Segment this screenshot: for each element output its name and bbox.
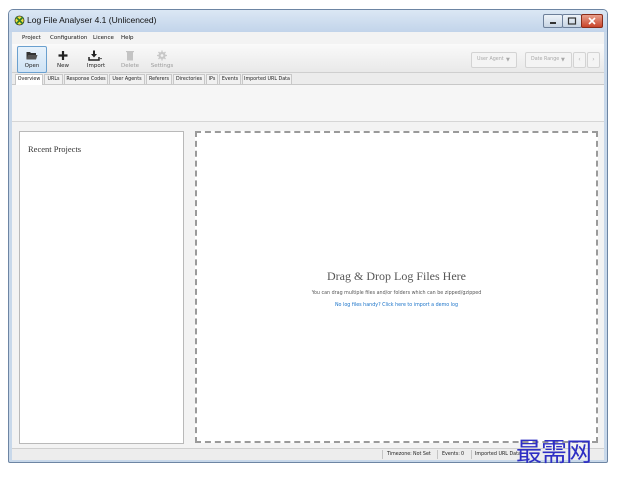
status-divider — [437, 450, 438, 459]
app-logo-icon — [14, 15, 25, 26]
recent-projects-title: Recent Projects — [28, 144, 82, 154]
tab-response-codes[interactable]: Response Codes — [64, 74, 108, 84]
tab-overview[interactable]: Overview — [15, 74, 43, 85]
events-value: 0 — [461, 452, 465, 457]
new-label: New — [57, 63, 69, 69]
open-label: Open — [24, 63, 40, 69]
status-divider — [471, 450, 472, 459]
tab-referers[interactable]: Referers — [146, 74, 172, 84]
tab-ips[interactable]: IPs — [206, 74, 218, 84]
timezone-label: Timezone: — [387, 452, 412, 457]
events-label: Events: — [442, 452, 460, 457]
chevron-down-icon: ▼ — [506, 57, 510, 63]
timezone-value: Not Set — [413, 452, 431, 457]
chevron-down-icon: ▼ — [561, 57, 565, 63]
title-bar[interactable]: Log File Analyser 4.1 (Unlicenced) — [9, 10, 607, 32]
menu-licence[interactable]: Licence — [93, 35, 114, 41]
import-label: Import — [86, 63, 106, 69]
drop-zone[interactable]: Drag & Drop Log Files Here You can drag … — [195, 131, 598, 443]
tab-bar: Overview URLs Response Codes User Agents… — [12, 73, 604, 85]
user-agent-label: User Agent — [477, 57, 504, 62]
menu-configuration[interactable]: Configuration — [50, 35, 87, 41]
filter-bar — [12, 85, 604, 122]
close-button[interactable] — [581, 14, 603, 28]
drop-zone-subtitle: You can drag multiple files and/or folde… — [311, 291, 482, 296]
date-range-label: Date Range — [531, 57, 560, 62]
settings-label: Settings — [150, 63, 174, 69]
chevron-right-icon: › — [592, 56, 595, 63]
folder-open-icon — [26, 52, 38, 60]
toolbar: Open New Import Delete Settings User Age… — [12, 44, 604, 73]
maximize-icon — [567, 17, 577, 25]
window-title: Log File Analyser 4.1 (Unlicenced) — [27, 15, 157, 25]
minimize-icon — [550, 22, 556, 24]
prev-button[interactable]: ‹ — [573, 52, 586, 68]
close-icon — [588, 17, 596, 25]
download-icon — [88, 50, 102, 61]
tab-directories[interactable]: Directories — [173, 74, 205, 84]
imported-url-data-label: Imported URL Data — [475, 452, 521, 457]
new-button[interactable]: New — [48, 46, 78, 73]
minimize-button[interactable] — [543, 14, 563, 28]
tab-user-agents[interactable]: User Agents — [109, 74, 145, 84]
import-button[interactable]: Import — [79, 46, 113, 73]
client-area: Project Configuration Licence Help Open … — [12, 32, 604, 460]
menu-help[interactable]: Help — [121, 35, 134, 41]
drop-zone-title: Drag & Drop Log Files Here — [327, 269, 466, 283]
tab-events[interactable]: Events — [219, 74, 241, 84]
maximize-button[interactable] — [562, 14, 582, 28]
chevron-left-icon: ‹ — [578, 56, 581, 63]
gear-icon — [157, 50, 167, 61]
trash-icon — [126, 51, 134, 61]
menu-project[interactable]: Project — [22, 35, 41, 41]
recent-projects-panel: Recent Projects — [19, 131, 184, 444]
tab-urls[interactable]: URLs — [44, 74, 63, 84]
menu-bar: Project Configuration Licence Help — [12, 32, 604, 44]
delete-button[interactable]: Delete — [115, 46, 145, 73]
delete-label: Delete — [120, 63, 140, 69]
tab-imported-url-data[interactable]: Imported URL Data — [242, 74, 292, 84]
open-button[interactable]: Open — [17, 46, 47, 73]
app-window: Log File Analyser 4.1 (Unlicenced) Proje… — [8, 9, 608, 463]
settings-button[interactable]: Settings — [147, 46, 177, 73]
user-agent-dropdown[interactable]: User Agent ▼ — [471, 52, 517, 68]
date-range-dropdown[interactable]: Date Range ▼ — [525, 52, 572, 68]
watermark-text: 最需网 — [516, 438, 592, 468]
next-button[interactable]: › — [587, 52, 600, 68]
import-demo-log-link[interactable]: No log files handy? Click here to import… — [197, 303, 596, 308]
plus-icon — [58, 51, 68, 60]
status-divider — [382, 450, 383, 459]
